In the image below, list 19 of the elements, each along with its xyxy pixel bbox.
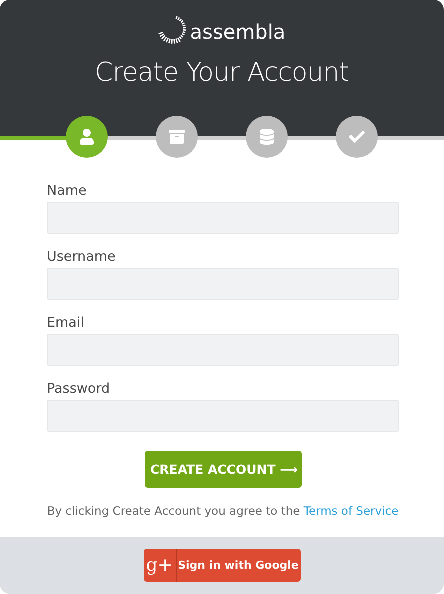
database-icon: [259, 129, 275, 145]
input-field[interactable]: [47, 268, 399, 300]
logo-text: assembla: [190, 20, 286, 44]
field-label: Name: [47, 183, 88, 199]
page-title: Create Your Account: [95, 58, 349, 88]
create-account-button[interactable]: CREATE ACCOUNT ⟶: [144, 451, 302, 488]
field-label: Username: [47, 249, 117, 265]
logo-icon: [158, 14, 188, 44]
google-sign-in-button[interactable]: g+ Sign in with Google: [144, 549, 300, 582]
agreement-text: By clicking Create Account you agree to the Terms of Service: [47, 504, 399, 518]
field-label: Email: [47, 315, 86, 331]
terms-link[interactable]: Terms of Service: [304, 504, 399, 518]
user-icon: [79, 129, 95, 145]
input-field[interactable]: [47, 400, 399, 432]
check-icon: [349, 129, 365, 145]
box-icon: [169, 129, 185, 145]
field-label: Password: [47, 381, 112, 397]
input-field[interactable]: [47, 202, 399, 234]
input-field[interactable]: [47, 334, 399, 366]
